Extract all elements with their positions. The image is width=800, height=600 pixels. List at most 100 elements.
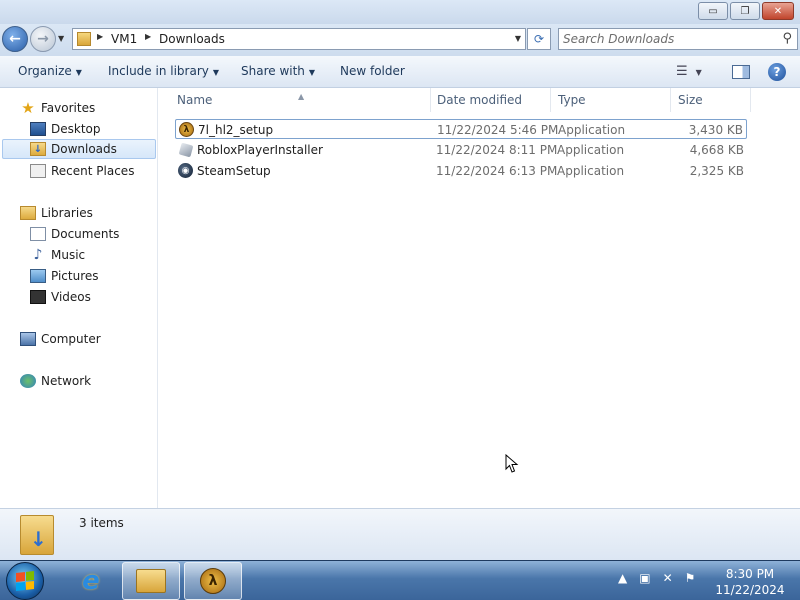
taskbar-windows-explorer[interactable] <box>122 562 180 600</box>
forward-button[interactable]: → <box>30 26 56 52</box>
column-header-date[interactable]: Date modified <box>431 88 551 112</box>
file-date: 11/22/2024 6:13 PM <box>436 164 558 178</box>
breadcrumb-vm1[interactable]: VM1 <box>111 32 137 46</box>
breadcrumb-downloads[interactable]: Downloads <box>159 32 225 46</box>
column-header-size[interactable]: Size <box>671 88 751 112</box>
nav-music[interactable]: ♪ Music <box>30 245 86 265</box>
command-bar: Organize ▼ Include in library ▼ Share with… <box>0 56 800 88</box>
change-view-button[interactable]: ☰ ▼ <box>676 64 702 79</box>
column-header-type[interactable]: Type <box>551 88 671 112</box>
nav-network[interactable]: Network <box>20 371 91 391</box>
taskbar-hl2-setup[interactable]: λ <box>184 562 242 600</box>
windows-logo-icon <box>16 571 34 591</box>
organize-button[interactable]: Organize ▼ <box>18 64 82 78</box>
include-in-library-button[interactable]: Include in library ▼ <box>108 64 219 78</box>
nav-downloads[interactable]: ↓ Downloads <box>2 139 156 159</box>
maximize-button[interactable]: ❐ <box>730 2 760 20</box>
show-hidden-icons-icon[interactable]: ▲ <box>618 571 627 585</box>
navigation-pane: ★ Favorites Desktop ↓ Downloads Recent Pla… <box>0 88 158 508</box>
pictures-icon <box>30 269 46 283</box>
documents-icon <box>30 227 46 241</box>
nav-label: Network <box>41 374 92 388</box>
nav-recent-places[interactable]: Recent Places <box>30 161 134 181</box>
clock[interactable]: 8:30 PM 11/22/2024 <box>712 566 788 598</box>
arrow-left-icon: ← <box>9 31 21 47</box>
nav-pictures[interactable]: Pictures <box>30 266 99 286</box>
nav-label: Libraries <box>41 206 93 220</box>
file-date: 11/22/2024 5:46 PM <box>437 123 559 137</box>
refresh-button[interactable]: ⟳ <box>527 28 551 50</box>
action-center-flag-icon[interactable]: ⚑ <box>685 571 696 585</box>
volume-muted-icon[interactable]: ✕ <box>663 571 673 585</box>
details-pane: ↓ 3 items <box>0 508 800 560</box>
nav-label: Videos <box>51 290 91 304</box>
file-size: 2,325 KB <box>689 164 744 178</box>
table-row[interactable]: λ 7l_hl2_setup 11/22/2024 5:46 PM Applic… <box>175 119 747 139</box>
nav-label: Desktop <box>51 122 101 136</box>
breadcrumb-arrow-icon[interactable]: ▶ <box>145 32 151 41</box>
computer-icon <box>20 332 36 346</box>
nav-desktop[interactable]: Desktop <box>30 119 101 139</box>
nav-videos[interactable]: Videos <box>30 287 91 307</box>
taskbar-internet-explorer[interactable]: e <box>62 562 120 600</box>
libraries-icon <box>20 206 36 220</box>
include-in-library-label: Include in library <box>108 64 209 78</box>
recent-pages-dropdown[interactable]: ▼ <box>58 34 64 43</box>
folder-icon <box>136 569 166 593</box>
back-button[interactable]: ← <box>2 26 28 52</box>
desktop-icon <box>30 122 46 136</box>
network-icon <box>20 374 36 388</box>
share-with-button[interactable]: Share with ▼ <box>241 64 315 78</box>
arrow-right-icon: → <box>37 31 49 47</box>
start-button[interactable] <box>6 562 44 600</box>
address-bar[interactable]: ▶ VM1 ▶ Downloads ▼ <box>72 28 526 50</box>
new-folder-button[interactable]: New folder <box>340 64 405 78</box>
network-tray-icon[interactable]: ▣ <box>639 571 650 585</box>
refresh-icon: ⟳ <box>533 32 545 46</box>
steam-icon: ◉ <box>178 163 193 178</box>
system-tray: ▲ ▣ ✕ ⚑ <box>618 571 707 585</box>
nav-label: Documents <box>51 227 120 241</box>
chevron-down-icon: ▼ <box>212 68 220 77</box>
clock-time: 8:30 PM <box>725 567 775 581</box>
organize-label: Organize <box>18 64 72 78</box>
help-icon: ? <box>773 65 781 79</box>
internet-explorer-icon: e <box>82 566 100 596</box>
breadcrumb-arrow-icon[interactable]: ▶ <box>97 32 103 41</box>
search-icon[interactable]: ⚲ <box>782 31 792 46</box>
recent-places-icon <box>30 164 46 178</box>
hl-icon: λ <box>179 122 194 137</box>
address-row: ← → ▼ ▶ VM1 ▶ Downloads ▼ ⟳ ⚲ <box>0 24 800 56</box>
column-label: Date modified <box>437 93 523 107</box>
nav-computer[interactable]: Computer <box>20 329 101 349</box>
preview-pane-button[interactable] <box>732 65 750 79</box>
file-name: 7l_hl2_setup <box>198 123 274 137</box>
search-input[interactable] <box>563 31 773 47</box>
table-row[interactable]: RobloxPlayerInstaller 11/22/2024 8:11 PM… <box>175 140 747 160</box>
search-box: ⚲ <box>558 28 798 50</box>
nav-label: Pictures <box>51 269 99 283</box>
mouse-cursor-icon <box>505 454 519 473</box>
table-row[interactable]: ◉ SteamSetup 11/22/2024 6:13 PM Applicat… <box>175 161 747 181</box>
column-header-name[interactable]: Name ▲ <box>159 88 431 112</box>
downloads-folder-icon <box>77 32 91 46</box>
title-bar[interactable]: ▭ ❐ ✕ <box>0 0 800 24</box>
nav-label: Downloads <box>51 142 117 156</box>
file-type: Application <box>557 164 625 178</box>
close-button[interactable]: ✕ <box>762 2 794 20</box>
chevron-down-icon: ▼ <box>75 68 82 77</box>
nav-label: Favorites <box>41 101 96 115</box>
share-with-label: Share with <box>241 64 305 78</box>
file-type: Application <box>557 143 625 157</box>
nav-libraries[interactable]: Libraries <box>20 203 93 223</box>
file-name: RobloxPlayerInstaller <box>197 143 323 157</box>
roblox-icon <box>178 142 194 158</box>
file-size: 3,430 KB <box>688 123 743 137</box>
nav-favorites[interactable]: ★ Favorites <box>20 98 95 118</box>
chevron-down-icon[interactable]: ▼ <box>515 34 521 43</box>
nav-documents[interactable]: Documents <box>30 224 119 244</box>
help-button[interactable]: ? <box>768 63 786 81</box>
item-count: 3 items <box>79 516 124 530</box>
explorer-window: ▭ ❐ ✕ ← → ▼ ▶ VM1 ▶ Downloads ▼ ⟳ ⚲ Orga… <box>0 0 800 560</box>
minimize-button[interactable]: ▭ <box>698 2 728 20</box>
